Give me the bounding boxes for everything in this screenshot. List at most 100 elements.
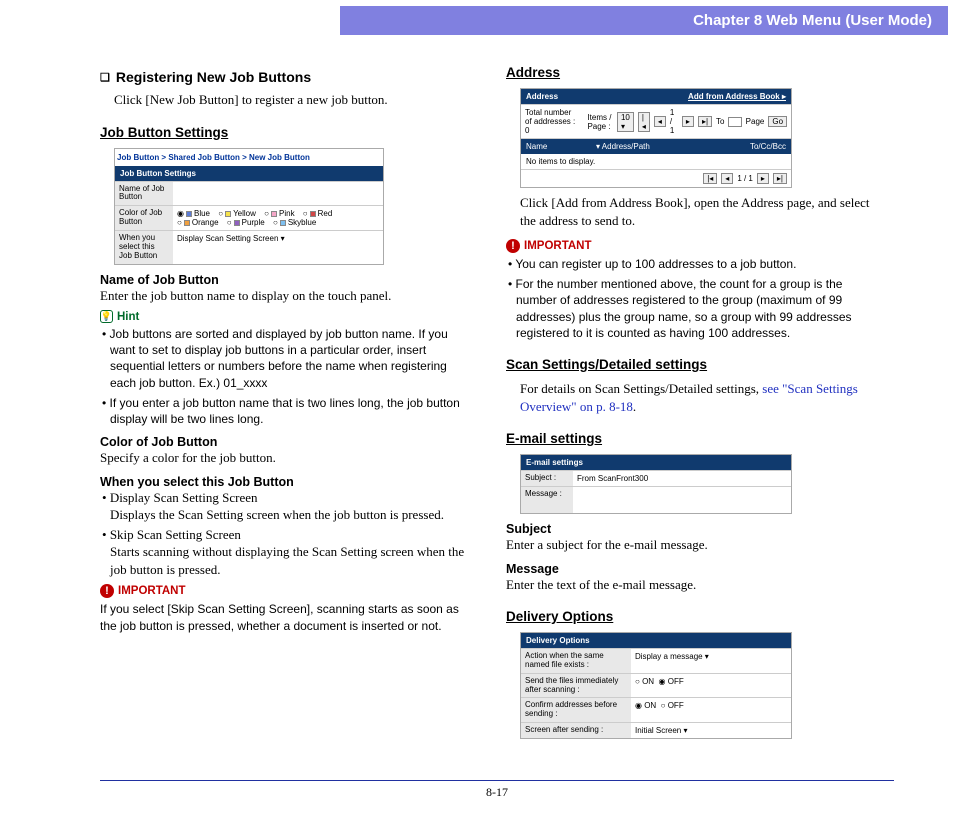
important-icon: ! — [100, 584, 114, 598]
address-table-header: Name ▾ Address/Path To/Cc/Bcc — [521, 139, 791, 154]
delivery-options-heading: Delivery Options — [506, 609, 886, 624]
right-column: Address Address Add from Address Book ▸ … — [506, 65, 886, 745]
row-subject: Subject : From ScanFront300 — [521, 470, 791, 486]
hint-list: Job buttons are sorted and displayed by … — [100, 326, 470, 427]
items-per-page-select[interactable]: 10 ▾ — [617, 112, 634, 132]
address-text: Click [Add from Address Book], open the … — [520, 194, 886, 229]
message-input[interactable] — [573, 487, 791, 513]
registering-intro: Click [New Job Button] to register a new… — [114, 91, 470, 109]
list-item: Display Scan Setting Screen Displays the… — [100, 489, 470, 524]
important-label: ! IMPORTANT — [506, 239, 886, 253]
address-bar-title: Address — [526, 92, 558, 101]
pager-text: 1 / 1 — [737, 174, 753, 183]
when-select-head: When you select this Job Button — [100, 475, 470, 489]
job-button-settings-heading: Job Button Settings — [100, 125, 470, 140]
col-address-path[interactable]: ▾ Address/Path — [596, 142, 750, 151]
when-label: When you select this Job Button — [115, 231, 173, 263]
important-text-label: IMPORTANT — [118, 585, 186, 597]
send-immediately-radio[interactable]: ○ ON ◉ OFF — [631, 674, 791, 698]
color-label: Color of Job Button — [115, 206, 173, 230]
page-footer: 8-17 — [100, 780, 894, 800]
pager-text: 1 / 1 — [670, 108, 678, 135]
important-label: ! IMPORTANT — [100, 584, 470, 598]
list-item: For the number mentioned above, the coun… — [506, 276, 886, 341]
pager-prev-icon[interactable]: ◂ — [721, 173, 733, 184]
name-label: Name of Job Button — [115, 182, 173, 206]
message-text: Enter the text of the e-mail message. — [506, 576, 886, 594]
hint-icon: 💡 — [100, 310, 113, 323]
color-options[interactable]: ◉Blue ○Yellow ○Pink ○Red ○Orange ○Purple… — [173, 206, 383, 230]
pager-next-icon[interactable]: ▸ — [682, 116, 694, 127]
when-select-list: Display Scan Setting Screen Displays the… — [100, 489, 470, 579]
important-icon: ! — [506, 239, 520, 253]
address-bar: Address Add from Address Book ▸ — [521, 89, 791, 104]
when-select[interactable]: Display Scan Setting Screen ▾ — [173, 231, 383, 263]
same-name-label: Action when the same named file exists : — [521, 649, 631, 673]
delivery-bar-title: Delivery Options — [526, 636, 590, 645]
go-button[interactable]: Go — [768, 116, 787, 127]
same-name-select[interactable]: Display a message ▾ — [631, 649, 791, 673]
email-bar: E-mail settings — [521, 455, 791, 470]
hint-item: Job buttons are sorted and displayed by … — [100, 326, 470, 391]
panel-title-bar: Job Button Settings — [115, 166, 383, 181]
page-number: 8-17 — [486, 785, 508, 799]
hint-label: 💡 Hint — [100, 310, 470, 323]
scan-settings-heading: Scan Settings/Detailed settings — [506, 357, 886, 372]
important-note: If you select [Skip Scan Setting Screen]… — [100, 601, 470, 633]
confirm-addresses-radio[interactable]: ◉ ON ○ OFF — [631, 698, 791, 722]
address-screenshot: Address Add from Address Book ▸ Total nu… — [520, 88, 792, 188]
pager-first-icon[interactable]: |◂ — [638, 112, 650, 132]
list-item: You can register up to 100 addresses to … — [506, 256, 886, 272]
row-name: Name of Job Button — [115, 181, 383, 206]
screen-after-label: Screen after sending : — [521, 723, 631, 738]
pager-first-icon[interactable]: |◂ — [703, 173, 717, 184]
important-text-label: IMPORTANT — [524, 240, 592, 252]
delivery-options-screenshot: Delivery Options Action when the same na… — [520, 632, 792, 739]
page-body: Registering New Job Buttons Click [New J… — [0, 35, 954, 745]
scan-settings-text: For details on Scan Settings/Detailed se… — [520, 380, 886, 415]
col-to-cc-bcc[interactable]: To/Cc/Bcc — [750, 142, 786, 151]
color-of-job-button-head: Color of Job Button — [100, 435, 470, 449]
col-name[interactable]: Name — [526, 142, 596, 151]
confirm-addresses-label: Confirm addresses before sending : — [521, 698, 631, 722]
send-immediately-label: Send the files immediately after scannin… — [521, 674, 631, 698]
hint-item: If you enter a job button name that is t… — [100, 395, 470, 427]
total-addresses: Total number of addresses : 0 — [525, 108, 579, 135]
delivery-bar: Delivery Options — [521, 633, 791, 648]
breadcrumb: Job Button > Shared Job Button > New Job… — [115, 149, 383, 166]
name-input[interactable] — [173, 182, 383, 206]
pager-last-icon[interactable]: ▸| — [698, 116, 712, 127]
row-same-name: Action when the same named file exists :… — [521, 648, 791, 673]
email-settings-screenshot: E-mail settings Subject : From ScanFront… — [520, 454, 792, 514]
important-list: You can register up to 100 addresses to … — [506, 256, 886, 341]
list-item: Skip Scan Setting Screen Starts scanning… — [100, 526, 470, 579]
page-input[interactable] — [728, 117, 741, 127]
color-of-job-button-text: Specify a color for the job button. — [100, 449, 470, 467]
scan-settings-link[interactable]: see "Scan Settings Overview" on p. 8-18 — [520, 381, 858, 414]
registering-title: Registering New Job Buttons — [100, 69, 470, 85]
email-bar-title: E-mail settings — [526, 458, 583, 467]
subject-input[interactable]: From ScanFront300 — [573, 471, 791, 486]
pager-last-icon[interactable]: ▸| — [773, 173, 787, 184]
row-confirm-addresses: Confirm addresses before sending : ◉ ON … — [521, 697, 791, 722]
pager-prev-icon[interactable]: ◂ — [654, 116, 666, 127]
to-label: To — [716, 117, 724, 126]
address-footer-pager: |◂ ◂ 1 / 1 ▸ ▸| — [521, 169, 791, 187]
name-of-job-button-text: Enter the job button name to display on … — [100, 287, 470, 305]
address-heading: Address — [506, 65, 886, 80]
job-button-settings-screenshot: Job Button > Shared Job Button > New Job… — [114, 148, 384, 265]
message-head: Message — [506, 562, 886, 576]
email-settings-heading: E-mail settings — [506, 431, 886, 446]
add-from-address-book-link[interactable]: Add from Address Book ▸ — [688, 92, 786, 101]
row-send-immediately: Send the files immediately after scannin… — [521, 673, 791, 698]
items-per-page-label: Items / Page : — [587, 113, 613, 131]
address-toolbar: Total number of addresses : 0 Items / Pa… — [521, 104, 791, 139]
row-when-select: When you select this Job Button Display … — [115, 230, 383, 263]
row-color: Color of Job Button ◉Blue ○Yellow ○Pink … — [115, 205, 383, 230]
screen-after-select[interactable]: Initial Screen ▾ — [631, 723, 791, 738]
pager-next-icon[interactable]: ▸ — [757, 173, 769, 184]
hint-text: Hint — [117, 311, 139, 323]
panel-title: Job Button Settings — [120, 169, 196, 178]
message-label: Message : — [521, 487, 573, 513]
row-screen-after: Screen after sending : Initial Screen ▾ — [521, 722, 791, 738]
